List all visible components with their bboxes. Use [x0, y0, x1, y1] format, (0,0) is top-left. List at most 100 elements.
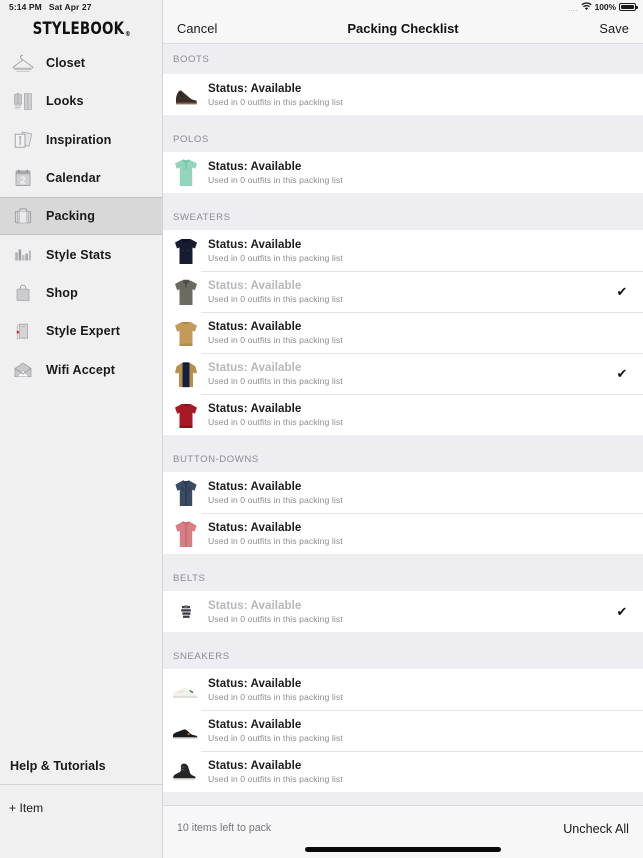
row-title: Status: Available — [208, 521, 302, 534]
page-title: Packing Checklist — [347, 21, 459, 36]
check-icon[interactable]: ✔ — [615, 285, 629, 298]
section-header: BOOTS — [163, 44, 643, 74]
table-row[interactable]: Status: Available Used in 0 outfits in t… — [163, 513, 643, 554]
row-title: Status: Available — [208, 677, 302, 690]
chelsea-boot-thumb — [169, 77, 203, 113]
sidebar-item-label: Wifi Accept — [46, 362, 116, 377]
section-header: BELTS — [163, 554, 643, 591]
row-title: Status: Available — [208, 599, 302, 612]
add-item-button[interactable]: + Item — [0, 785, 162, 831]
shopping-bag-icon — [10, 280, 36, 306]
row-text: Status: Available Used in 0 outfits in t… — [208, 599, 615, 624]
sidebar-item-label: Looks — [46, 94, 84, 109]
red-crewneck-thumb — [169, 397, 203, 433]
table-row[interactable]: Status: Available Used in 0 outfits in t… — [163, 710, 643, 751]
table-row[interactable]: Status: Available Used in 0 outfits in t… — [163, 312, 643, 353]
sidebar-item-looks[interactable]: Looks — [0, 82, 162, 120]
sidebar: STYLEBOOK® Closet Looks Inspiration 2 Ca… — [0, 0, 163, 858]
pink-shirt-thumb — [169, 516, 203, 552]
row-subtitle: Used in 0 outfits in this packing list — [208, 536, 343, 546]
section-header: BUTTON-DOWNS — [163, 435, 643, 472]
white-sneaker-thumb — [169, 672, 203, 708]
outfit-icon — [10, 88, 36, 114]
row-subtitle: Used in 0 outfits in this packing list — [208, 175, 343, 185]
section-group-button-downs: Status: Available Used in 0 outfits in t… — [163, 472, 643, 554]
sidebar-item-label: Packing — [46, 209, 95, 224]
sidebar-item-calendar[interactable]: 2 Calendar — [0, 159, 162, 197]
sidebar-item-label: Style Expert — [46, 324, 120, 339]
sidebar-item-shop[interactable]: Shop — [0, 274, 162, 312]
app-logo: STYLEBOOK® — [32, 19, 131, 39]
sidebar-item-inspiration[interactable]: Inspiration — [0, 121, 162, 159]
row-title: Status: Available — [208, 759, 302, 772]
sidebar-item-packing[interactable]: Packing — [0, 197, 162, 236]
save-button[interactable]: Save — [599, 21, 629, 36]
table-row[interactable]: Status: Available Used in 0 outfits in t… — [163, 669, 643, 710]
cancel-button[interactable]: Cancel — [177, 21, 217, 36]
sidebar-item-style-expert[interactable]: Style Expert — [0, 312, 162, 350]
row-subtitle: Used in 0 outfits in this packing list — [208, 294, 343, 304]
row-title: Status: Available — [208, 718, 302, 731]
footer-bar: 10 items left to pack Uncheck All — [163, 805, 643, 858]
row-subtitle: Used in 0 outfits in this packing list — [208, 495, 343, 505]
sidebar-item-wifi-accept[interactable]: Wifi Accept — [0, 350, 162, 388]
sidebar-item-closet[interactable]: Closet — [0, 44, 162, 82]
check-icon[interactable]: ✔ — [615, 367, 629, 380]
app-logo-text: STYLEBOOK — [32, 19, 124, 39]
table-row[interactable]: Status: Available Used in 0 outfits in t… — [163, 751, 643, 792]
sidebar-brand: STYLEBOOK® — [0, 0, 162, 44]
sidebar-item-style-stats[interactable]: Style Stats — [0, 235, 162, 273]
navy-tan-raglan-thumb — [169, 356, 203, 392]
row-subtitle: Used in 0 outfits in this packing list — [208, 97, 343, 107]
sidebar-item-label: Style Stats — [46, 247, 112, 262]
table-row[interactable]: Status: Available Used in 0 outfits in t… — [163, 271, 643, 312]
sidebar-item-label: Shop — [46, 285, 78, 300]
section-group-boots: Status: Available Used in 0 outfits in t… — [163, 74, 643, 115]
table-row[interactable]: Status: Available Used in 0 outfits in t… — [163, 472, 643, 513]
table-row[interactable]: Status: Available Used in 0 outfits in t… — [163, 353, 643, 394]
items-left-label: 10 items left to pack — [177, 822, 272, 834]
row-text: Status: Available Used in 0 outfits in t… — [208, 320, 615, 345]
sidebar-help-tutorials[interactable]: Help & Tutorials — [0, 747, 162, 785]
section-group-sneakers: Status: Available Used in 0 outfits in t… — [163, 669, 643, 792]
check-icon[interactable]: ✔ — [615, 605, 629, 618]
book-star-icon — [10, 318, 36, 344]
svg-text:2: 2 — [20, 175, 26, 186]
table-row[interactable]: Status: Available Used in 0 outfits in t… — [163, 74, 643, 115]
checklist-scroll-area[interactable]: BOOTS Status: Available Used in 0 outfit… — [163, 44, 643, 805]
row-subtitle: Used in 0 outfits in this packing list — [208, 774, 343, 784]
registered-mark: ® — [124, 30, 131, 38]
uncheck-all-button[interactable]: Uncheck All — [563, 822, 629, 836]
row-text: Status: Available Used in 0 outfits in t… — [208, 238, 615, 263]
sidebar-item-label: Closet — [46, 56, 86, 71]
navigation-bar: Cancel Packing Checklist Save — [163, 0, 643, 44]
home-indicator — [305, 847, 501, 852]
tan-crewneck-thumb — [169, 315, 203, 351]
sidebar-item-label: Inspiration — [46, 132, 112, 147]
row-title: Status: Available — [208, 160, 302, 173]
row-subtitle: Used in 0 outfits in this packing list — [208, 733, 343, 743]
denim-shirt-thumb — [169, 475, 203, 511]
grey-quarterzip-thumb — [169, 274, 203, 310]
row-title: Status: Available — [208, 361, 302, 374]
table-row[interactable]: Status: Available Used in 0 outfits in t… — [163, 394, 643, 435]
section-group-belts: Status: Available Used in 0 outfits in t… — [163, 591, 643, 632]
row-subtitle: Used in 0 outfits in this packing list — [208, 614, 343, 624]
photos-icon — [10, 127, 36, 153]
row-text: Status: Available Used in 0 outfits in t… — [208, 279, 615, 304]
table-row[interactable]: Status: Available Used in 0 outfits in t… — [163, 591, 643, 632]
row-text: Status: Available Used in 0 outfits in t… — [208, 82, 615, 107]
hanger-icon — [10, 50, 36, 76]
suitcase-icon — [10, 203, 36, 229]
black-hightop-thumb — [169, 754, 203, 790]
table-row[interactable]: Status: Available Used in 0 outfits in t… — [163, 230, 643, 271]
envelope-icon — [10, 357, 36, 383]
navy-hoodie-thumb — [169, 233, 203, 269]
row-title: Status: Available — [208, 480, 302, 493]
table-row[interactable]: Status: Available Used in 0 outfits in t… — [163, 152, 643, 193]
section-header: SWEATERS — [163, 193, 643, 230]
section-group-sweaters: Status: Available Used in 0 outfits in t… — [163, 230, 643, 435]
row-subtitle: Used in 0 outfits in this packing list — [208, 692, 343, 702]
row-title: Status: Available — [208, 320, 302, 333]
mint-polo-thumb — [169, 155, 203, 191]
